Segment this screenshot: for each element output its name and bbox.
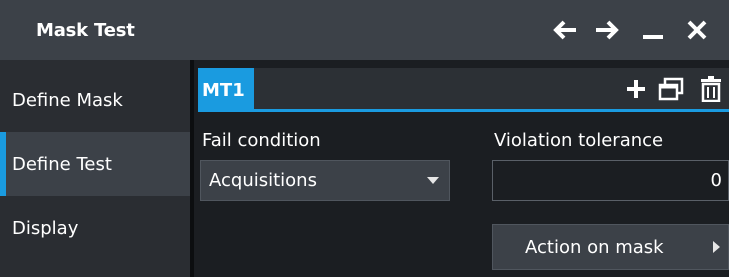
violation-tolerance-input[interactable]: 0 (492, 160, 729, 201)
add-icon[interactable] (621, 73, 651, 105)
tab-mt1[interactable]: MT1 (198, 68, 254, 112)
forward-arrow-icon[interactable] (590, 16, 624, 44)
minimize-icon[interactable] (636, 16, 670, 44)
action-on-mask-label: Action on mask (525, 236, 664, 258)
sidebar-item-label: Define Mask (12, 89, 123, 111)
fail-condition-value: Acquisitions (209, 170, 317, 191)
violation-tolerance-label: Violation tolerance (494, 130, 664, 151)
window-title: Mask Test (36, 20, 135, 41)
chevron-right-icon (713, 241, 720, 253)
sidebar: Define Mask Define Test Display (0, 60, 190, 277)
fail-condition-label: Fail condition (202, 130, 321, 151)
action-on-mask-button[interactable]: Action on mask (492, 224, 729, 270)
back-arrow-icon[interactable] (548, 16, 582, 44)
sidebar-item-display[interactable]: Display (0, 196, 190, 260)
sidebar-item-define-mask[interactable]: Define Mask (0, 68, 190, 132)
tab-strip: MT1 (198, 68, 729, 112)
chevron-down-icon (427, 177, 439, 184)
fail-condition-dropdown[interactable]: Acquisitions (200, 160, 450, 201)
title-bar: Mask Test (0, 0, 729, 60)
copy-window-icon[interactable] (656, 73, 686, 105)
violation-tolerance-value: 0 (710, 170, 722, 191)
close-icon[interactable] (680, 16, 714, 44)
sidebar-item-label: Display (12, 217, 79, 239)
tab-label: MT1 (202, 79, 245, 101)
sidebar-item-define-test[interactable]: Define Test (0, 132, 190, 196)
sidebar-item-label: Define Test (12, 153, 112, 175)
delete-icon[interactable] (698, 73, 729, 105)
